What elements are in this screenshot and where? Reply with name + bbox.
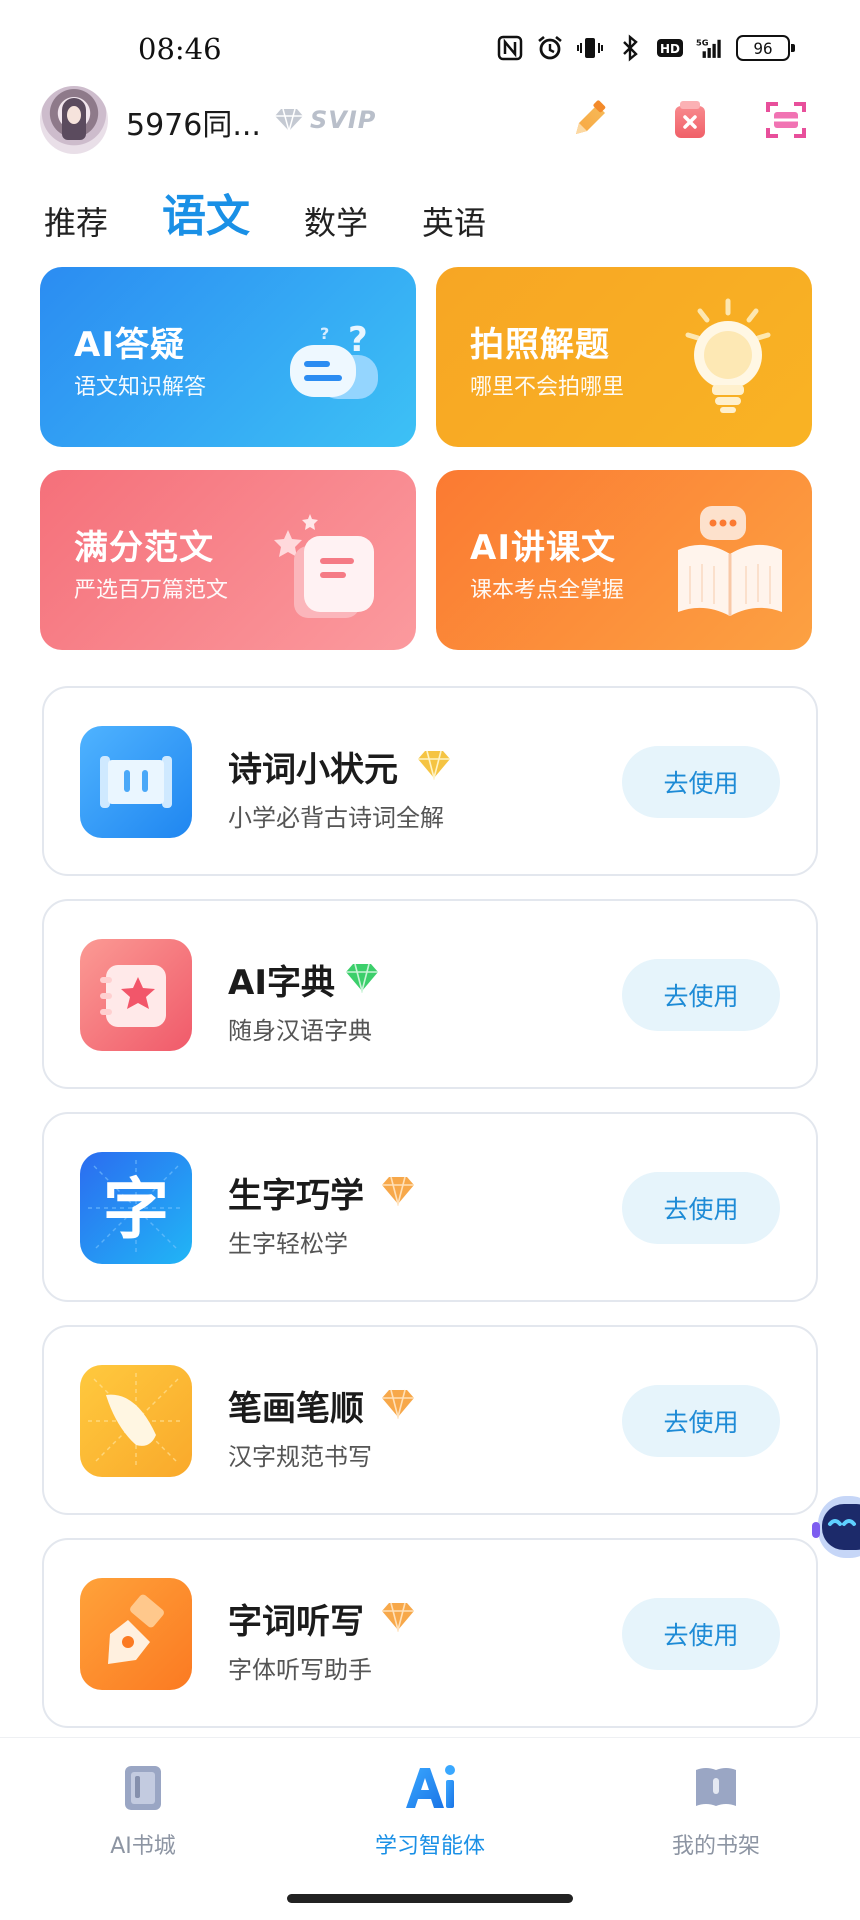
nav-my-bookshelf[interactable]: 我的书架 — [616, 1758, 816, 1860]
tool-card-character[interactable]: 字 生字巧学 生字轻松学 去使用 — [42, 1112, 818, 1302]
clear-button[interactable] — [666, 96, 714, 144]
scroll-icon — [80, 726, 192, 838]
feature-photo-solve[interactable]: 拍照解题 哪里不会拍哪里 — [436, 267, 812, 447]
tool-desc: 汉字规范书写 — [228, 1443, 372, 1471]
tool-name: AI字典 — [228, 963, 335, 1003]
signal-5g-icon: 5G — [696, 34, 724, 62]
status-icons: HD 5G 96 — [496, 30, 795, 66]
assistant-robot-icon[interactable] — [810, 1486, 860, 1570]
open-book-icon — [670, 496, 790, 626]
feature-ai-lesson[interactable]: AI讲课文 课本考点全掌握 — [436, 470, 812, 650]
nav-label: 我的书架 — [671, 1834, 760, 1859]
feature-model-essay[interactable]: 满分范文 严选百万篇范文 — [40, 470, 416, 650]
svip-badge[interactable]: SVIP — [272, 106, 376, 134]
feature-title: 拍照解题 — [470, 325, 610, 365]
use-button[interactable]: 去使用 — [622, 1172, 780, 1244]
tool-card-poetry[interactable]: 诗词小状元 小学必背古诗词全解 去使用 — [42, 686, 818, 876]
hd-icon: HD — [656, 34, 684, 62]
ai-logo-icon — [400, 1758, 460, 1818]
feature-title: AI讲课文 — [470, 528, 616, 568]
stroke-icon — [80, 1365, 192, 1477]
use-button[interactable]: 去使用 — [622, 1598, 780, 1670]
status-time: 08:46 — [138, 32, 222, 66]
feature-title: 满分范文 — [74, 528, 214, 568]
clear-icon — [675, 101, 705, 138]
dictionary-icon — [80, 939, 192, 1051]
tab-math[interactable]: 数学 — [304, 198, 368, 244]
feature-title: AI答疑 — [74, 325, 185, 365]
svg-text:?: ? — [348, 320, 368, 360]
edit-icon — [576, 100, 606, 134]
bookshelf-icon — [686, 1758, 746, 1818]
pen-nib-icon — [80, 1578, 192, 1690]
use-button[interactable]: 去使用 — [622, 746, 780, 818]
gem-icon — [342, 961, 382, 995]
home-indicator[interactable] — [287, 1894, 573, 1903]
avatar[interactable] — [40, 86, 108, 154]
tool-name: 笔画笔顺 — [228, 1389, 364, 1429]
nav-ai-bookstore[interactable]: AI书城 — [43, 1758, 243, 1860]
scan-icon — [766, 102, 806, 138]
gem-icon — [378, 1600, 418, 1634]
tool-desc: 小学必背古诗词全解 — [228, 804, 444, 832]
bluetooth-icon — [616, 34, 644, 62]
tool-card-dictionary[interactable]: AI字典 随身汉语字典 去使用 — [42, 899, 818, 1089]
tab-recommend[interactable]: 推荐 — [44, 198, 108, 244]
nav-learning-agent[interactable]: 学习智能体 — [330, 1758, 530, 1860]
tool-card-dictation[interactable]: 字词听写 字体听写助手 去使用 — [42, 1538, 818, 1728]
tool-desc: 生字轻松学 — [228, 1230, 348, 1258]
tool-name: 生字巧学 — [228, 1176, 364, 1216]
document-star-icon — [274, 496, 394, 626]
tool-desc: 字体听写助手 — [228, 1656, 372, 1684]
nav-label: AI书城 — [110, 1834, 176, 1859]
username[interactable]: 5976同... — [126, 100, 261, 144]
tab-chinese[interactable]: 语文 — [162, 180, 250, 244]
gem-icon — [378, 1387, 418, 1421]
feature-ai-qa[interactable]: AI答疑 语文知识解答 ? ? — [40, 267, 416, 447]
character-icon: 字 — [80, 1152, 192, 1264]
svip-label: SVIP — [310, 106, 377, 134]
gem-icon — [378, 1174, 418, 1208]
chat-question-icon: ? ? — [274, 293, 394, 423]
tab-english[interactable]: 英语 — [422, 198, 486, 244]
subject-tabs: 推荐 语文 数学 英语 — [44, 188, 540, 244]
alarm-icon — [536, 34, 564, 62]
status-bar: 08:46 HD 5G 96 — [0, 0, 860, 96]
lightbulb-icon — [670, 293, 790, 423]
battery-level: 96 — [753, 38, 773, 58]
vibrate-icon — [576, 34, 604, 62]
bottom-nav: AI书城 学习智能体 我的书架 — [0, 1737, 860, 1920]
header: 5976同... SVIP — [0, 86, 860, 156]
tool-card-stroke[interactable]: 笔画笔顺 汉字规范书写 去使用 — [42, 1325, 818, 1515]
svg-text:5G: 5G — [696, 38, 709, 48]
use-button[interactable]: 去使用 — [622, 959, 780, 1031]
tool-name: 诗词小状元 — [228, 750, 398, 790]
tool-name: 字词听写 — [228, 1602, 364, 1642]
feature-subtitle: 哪里不会拍哪里 — [470, 375, 625, 400]
svg-text:HD: HD — [660, 42, 680, 56]
svg-text:?: ? — [320, 324, 329, 343]
nfc-icon — [496, 34, 524, 62]
tool-desc: 随身汉语字典 — [228, 1017, 372, 1045]
edit-button[interactable] — [566, 96, 614, 144]
feature-subtitle: 课本考点全掌握 — [470, 578, 625, 603]
bookstore-icon — [113, 1758, 173, 1818]
gem-icon — [414, 748, 454, 782]
feature-subtitle: 严选百万篇范文 — [74, 578, 229, 603]
feature-subtitle: 语文知识解答 — [74, 375, 207, 400]
svg-text:字: 字 — [103, 1170, 169, 1248]
battery-indicator: 96 — [736, 35, 795, 61]
scan-button[interactable] — [762, 96, 810, 144]
use-button[interactable]: 去使用 — [622, 1385, 780, 1457]
diamond-icon — [275, 108, 303, 133]
nav-label: 学习智能体 — [374, 1834, 485, 1859]
